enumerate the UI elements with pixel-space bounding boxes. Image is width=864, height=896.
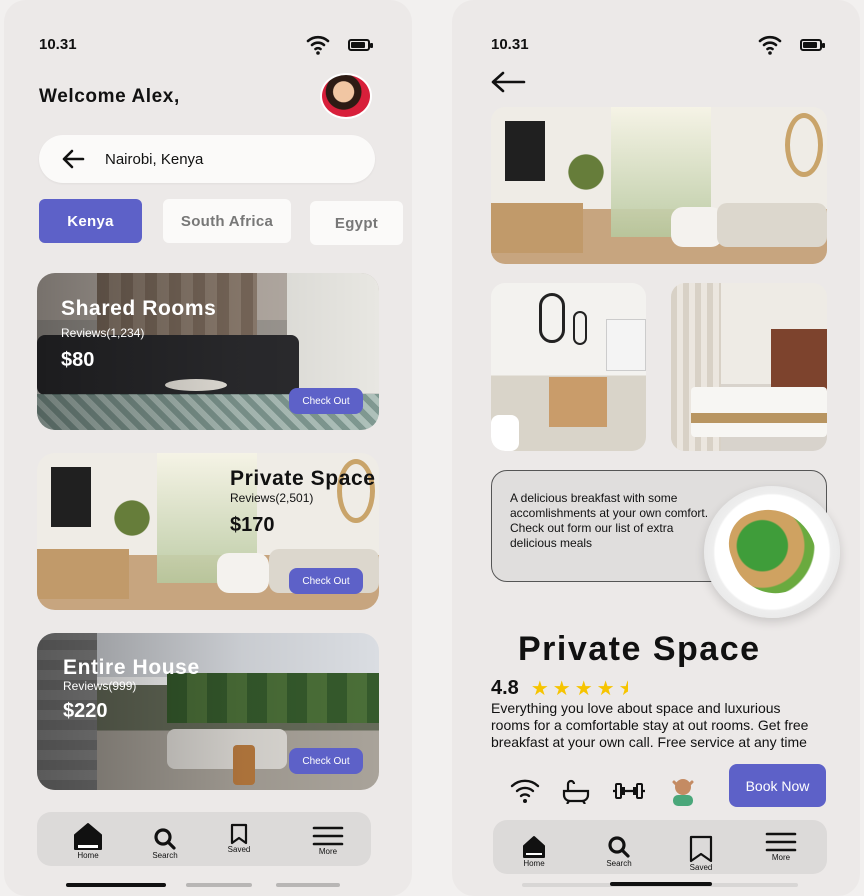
listing-reviews: Reviews(2,501): [230, 491, 314, 505]
home-icon: [523, 836, 545, 858]
listing-reviews: Reviews(999): [63, 679, 137, 693]
star-icon: ★: [596, 678, 615, 700]
home-indicator: [610, 882, 712, 886]
listing-title: Entire House: [63, 656, 200, 679]
tab-more[interactable]: More: [305, 812, 351, 866]
location-text[interactable]: Nairobi, Kenya: [105, 151, 203, 168]
avatar[interactable]: [320, 73, 372, 119]
welcome-heading: Welcome Alex,: [39, 86, 180, 107]
listing-card-shared-rooms[interactable]: Shared Rooms Reviews(1,234) $80 Check Ou…: [37, 273, 379, 430]
listing-title: Private Space: [230, 467, 376, 490]
tab-label: More: [318, 847, 338, 856]
home-icon: [74, 823, 102, 850]
menu-icon: [312, 826, 344, 846]
chip-south-africa[interactable]: South Africa: [163, 199, 291, 243]
tab-label: Search: [152, 851, 178, 860]
chip-kenya[interactable]: Kenya: [39, 199, 142, 243]
bookmark-icon: [230, 823, 248, 845]
breakfast-plate-image: [704, 486, 840, 618]
listing-price: $170: [230, 514, 275, 536]
listing-card-entire-house[interactable]: Entire House Reviews(999) $220 Check Out: [37, 633, 379, 790]
check-out-button[interactable]: Check Out: [289, 748, 363, 774]
tab-bar: Home Search Saved More: [493, 820, 827, 874]
status-icons: [306, 34, 373, 56]
tab-bar: Home Search Saved More: [37, 812, 371, 866]
status-time: 10.31: [491, 36, 529, 53]
tab-search[interactable]: Search: [599, 820, 639, 874]
listing-title: Shared Rooms: [61, 297, 217, 320]
listing-card-private-space[interactable]: Private Space Reviews(2,501) $170 Check …: [37, 453, 379, 610]
wifi-status-icon: [758, 35, 782, 55]
check-out-button[interactable]: Check Out: [289, 388, 363, 414]
home-indicator: [66, 883, 166, 887]
rating-value: 4.8: [491, 677, 519, 699]
tab-home[interactable]: Home: [67, 812, 109, 866]
detail-screen: 10.31 A delicious breakfast with some ac…: [452, 0, 860, 896]
tab-home[interactable]: Home: [513, 820, 555, 874]
wifi-icon: [510, 779, 540, 803]
search-icon: [608, 836, 630, 858]
tab-label: Search: [606, 859, 632, 868]
listing-reviews: Reviews(1,234): [61, 326, 145, 340]
home-screen: 10.31 Welcome Alex, Nairobi, Kenya Kenya…: [4, 0, 412, 896]
search-icon: [154, 828, 176, 850]
listing-price: $80: [61, 349, 95, 371]
bathtub-icon: [562, 779, 590, 804]
page-indicator: [186, 883, 252, 887]
gym-icon: [613, 783, 645, 799]
massage-icon: [672, 779, 694, 806]
chip-egypt[interactable]: Egypt: [310, 201, 403, 245]
star-rating: ★ ★ ★ ★ ★: [531, 676, 637, 701]
half-star-icon: ★: [618, 678, 637, 700]
description: Everything you love about space and luxu…: [491, 700, 809, 750]
back-arrow-icon[interactable]: [490, 70, 526, 94]
star-icon: ★: [574, 678, 593, 700]
tab-saved[interactable]: Saved: [219, 812, 259, 866]
menu-icon: [765, 832, 797, 852]
battery-icon: [348, 39, 373, 51]
tab-saved[interactable]: Saved: [681, 820, 721, 874]
page-indicator: [276, 883, 340, 887]
photo-bedroom[interactable]: [671, 283, 827, 451]
check-out-button[interactable]: Check Out: [289, 568, 363, 594]
listing-price: $220: [63, 700, 108, 722]
photo-living-room[interactable]: [491, 107, 827, 264]
breakfast-description: A delicious breakfast with some accomlis…: [510, 491, 709, 550]
location-search-bar[interactable]: Nairobi, Kenya: [39, 135, 375, 183]
book-now-button[interactable]: Book Now: [729, 764, 826, 807]
tab-more[interactable]: More: [758, 820, 804, 874]
bookmark-icon: [689, 835, 713, 863]
back-arrow-icon[interactable]: [61, 149, 85, 169]
photo-bathroom[interactable]: [491, 283, 646, 451]
page-title: Private Space: [518, 630, 761, 668]
tab-label: More: [771, 853, 791, 862]
tab-label: Saved: [227, 845, 251, 854]
star-icon: ★: [530, 678, 549, 700]
star-icon: ★: [552, 678, 571, 700]
status-time: 10.31: [39, 36, 77, 53]
battery-icon: [800, 39, 825, 51]
status-icons: [758, 34, 825, 56]
tab-label: Home: [523, 859, 545, 868]
tab-label: Saved: [689, 863, 713, 872]
tab-label: Home: [77, 851, 99, 860]
amenities: [510, 776, 698, 806]
rating: 4.8 ★ ★ ★ ★ ★: [491, 676, 637, 701]
wifi-status-icon: [306, 35, 330, 55]
tab-search[interactable]: Search: [145, 812, 185, 866]
